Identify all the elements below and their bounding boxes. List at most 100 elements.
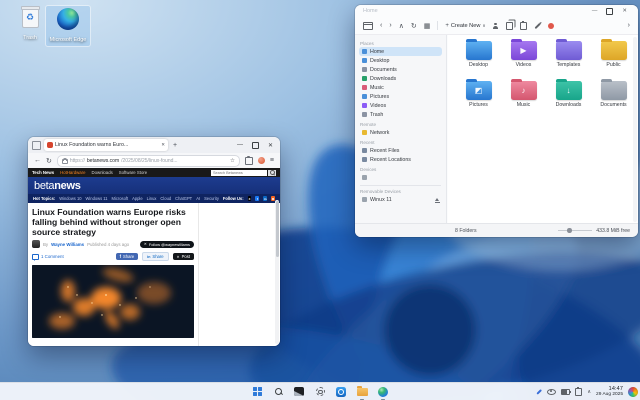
zoom-slider[interactable] [558,230,592,231]
comments-link[interactable]: 1 Comment [32,254,64,260]
gear-icon [316,387,325,396]
menu-icon[interactable] [270,157,274,164]
user-icon[interactable] [493,23,499,29]
minimize-icon[interactable] [592,8,598,14]
topic-windows10[interactable]: Windows 10 [59,196,81,201]
sidebar-item-desktop[interactable]: Desktop [359,56,442,65]
eject-icon[interactable] [435,198,439,201]
eye-tray-icon[interactable] [547,389,556,395]
up-icon[interactable] [399,22,404,30]
close-icon[interactable] [268,142,273,149]
copy-icon[interactable] [506,22,513,30]
site-search-button[interactable] [268,170,276,176]
zoom-slider-knob[interactable] [567,228,572,233]
reload-icon[interactable] [46,157,52,165]
minimize-icon[interactable] [237,142,243,148]
topbar-software-store[interactable]: Software Store [119,170,147,175]
store-button[interactable] [335,385,348,398]
x-post-button[interactable]: Post [173,253,194,260]
taskbar-search-button[interactable] [272,385,285,398]
folder-desktop[interactable]: Desktop [456,41,501,68]
browser-button[interactable] [377,385,390,398]
start-button[interactable] [251,385,264,398]
sidebar-item-network[interactable]: Network [359,128,442,137]
desktop-icon-edge[interactable]: Microsoft Edge [46,6,90,46]
file-manager-scrollbar[interactable] [633,37,637,222]
new-tab-icon[interactable] [173,142,177,149]
topic-apple[interactable]: Apple [132,196,142,201]
address-bar[interactable]: https:// betanews.com /2025/08/25/linux-… [57,155,240,167]
bookmark-star-icon[interactable] [230,158,235,164]
topic-cloud[interactable]: Cloud [160,196,171,201]
folder-documents[interactable]: Documents [591,81,636,108]
author-link[interactable]: Wayne Williams [51,242,84,247]
x-social-icon[interactable] [248,196,252,201]
battery-tray-icon[interactable] [561,389,570,395]
topbar-hothardware[interactable]: HotHardware [60,170,85,175]
folder-templates[interactable]: Templates [546,41,591,68]
delete-icon[interactable] [548,23,554,29]
rename-icon[interactable] [534,22,540,28]
topbar-downloads[interactable]: Downloads [91,170,112,175]
facebook-share-button[interactable]: Share [116,253,139,260]
hamburger-menu-icon[interactable] [363,22,373,30]
toolbar-overflow-icon[interactable] [628,22,630,29]
settings-button[interactable] [314,385,327,398]
sidebar-item-device[interactable] [359,173,442,182]
topic-microsoft[interactable]: Microsoft [112,196,129,201]
topic-ai[interactable]: AI [196,196,200,201]
folder-music[interactable]: ♪Music [501,81,546,108]
clipboard-tray-icon[interactable] [575,388,582,396]
refresh-icon[interactable] [411,22,417,30]
sidebar-item-recent-locations[interactable]: Recent Locations [359,155,442,164]
tab-close-icon[interactable] [161,142,165,148]
folder-downloads[interactable]: ↓Downloads [546,81,591,108]
taskbar-clock[interactable]: 14:47 29 Aug 2025 [596,386,623,398]
scrollbar-thumb[interactable] [276,201,279,257]
sidebar-item-downloads[interactable]: Downloads [359,74,442,83]
topic-security[interactable]: Security [204,196,219,201]
sidebar-item-home[interactable]: Home [359,47,442,56]
maximize-icon[interactable] [606,8,613,15]
back-icon[interactable] [34,157,41,164]
browser-titlebar[interactable]: Linux Foundation warns Euro... [28,137,280,153]
extensions-icon[interactable] [245,157,253,165]
browser-tab[interactable]: Linux Foundation warns Euro... [44,139,168,151]
sidebar-item-recent-files[interactable]: Recent Files [359,146,442,155]
create-new-button[interactable]: Create New [445,23,485,29]
follow-author-button[interactable]: ✕Follow @waynewilliams [140,241,194,248]
task-view-button[interactable] [293,385,306,398]
linkedin-share-button[interactable]: Share [142,252,168,261]
pen-tray-icon[interactable] [536,391,542,393]
sidebar-item-music[interactable]: Music [359,83,442,92]
folder-pictures[interactable]: ◩Pictures [456,81,501,108]
paste-icon[interactable] [520,22,527,30]
sidebar-item-pictures[interactable]: Pictures [359,92,442,101]
folder-public[interactable]: Public [591,41,636,68]
view-mode-icon[interactable] [424,22,431,30]
linkedin-social-icon[interactable] [263,196,267,201]
tab-overview-icon[interactable] [32,141,41,150]
forward-icon[interactable] [389,22,391,29]
page-scrollbar[interactable] [275,200,279,344]
colorful-ball-icon[interactable] [628,387,638,397]
topic-chatgpt[interactable]: ChatGPT [175,196,192,201]
file-explorer-button[interactable] [356,385,369,398]
profile-avatar[interactable] [258,157,265,164]
maximize-icon[interactable] [252,142,259,149]
sidebar-item-winux11[interactable]: Winux 11 [359,195,442,204]
tray-expand-icon[interactable]: ∧ [587,389,591,395]
close-icon[interactable] [622,8,627,14]
file-manager-titlebar[interactable]: Home [355,5,638,17]
folder-videos[interactable]: ▶Videos [501,41,546,68]
topic-linux[interactable]: Linux [147,196,157,201]
topbar-tech-news[interactable]: Tech News [32,170,54,175]
topic-windows11[interactable]: Windows 11 [86,196,108,201]
sidebar-item-documents[interactable]: Documents [359,65,442,74]
site-search-input[interactable] [211,170,267,176]
sidebar-item-trash[interactable]: Trash [359,110,442,119]
facebook-social-icon[interactable] [255,196,259,201]
betanews-logo[interactable]: betanews [34,180,81,192]
sidebar-item-videos[interactable]: Videos [359,101,442,110]
back-icon[interactable] [380,22,382,29]
